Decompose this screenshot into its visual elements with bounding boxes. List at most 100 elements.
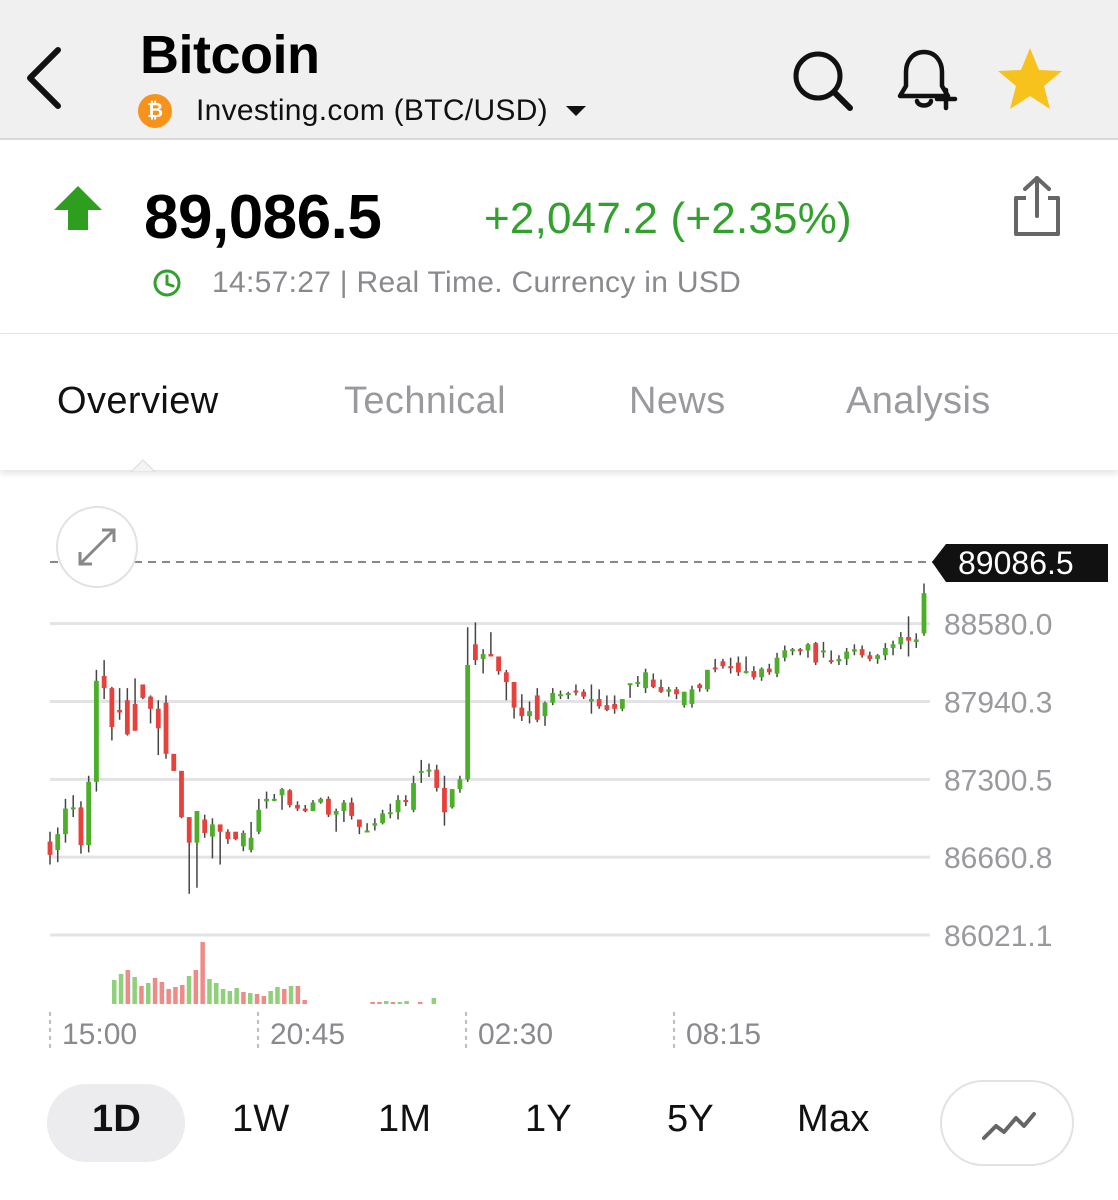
candle-body <box>109 688 115 728</box>
candle-body <box>233 831 239 840</box>
chart-type-button[interactable] <box>940 1080 1074 1166</box>
volume-bar <box>241 992 246 1004</box>
volume-bar <box>431 998 437 1004</box>
candle-body <box>511 682 517 708</box>
candle-body <box>171 753 177 771</box>
candle-body <box>341 802 347 812</box>
candle-body <box>449 789 455 808</box>
period-1y[interactable]: 1Y <box>525 1098 572 1141</box>
candle-body <box>179 770 184 818</box>
x-tick-label: 20:45 <box>270 1018 345 1051</box>
period-1d[interactable]: 1D <box>92 1098 141 1141</box>
candle-body <box>418 770 424 773</box>
tab-news[interactable]: News <box>629 380 726 423</box>
candle-body <box>364 830 370 833</box>
dropdown-caret-icon <box>565 106 586 116</box>
volume-bar <box>173 987 178 1004</box>
candle-body <box>140 684 146 698</box>
candle-body <box>47 841 53 855</box>
candle-body <box>589 699 594 702</box>
candle-body <box>480 654 486 659</box>
volume-bar <box>180 985 185 1004</box>
y-tick-label: 88580.0 <box>944 609 1052 642</box>
period-max[interactable]: Max <box>797 1098 870 1141</box>
period-1m[interactable]: 1M <box>378 1098 431 1141</box>
tab-overview[interactable]: Overview <box>57 380 219 423</box>
candle-body <box>674 689 679 695</box>
candle-body <box>256 809 262 832</box>
star-icon <box>998 48 1062 109</box>
volume-bar <box>384 1001 389 1004</box>
candle-body <box>828 660 834 663</box>
candle-body <box>906 637 911 641</box>
volume-bar <box>139 986 144 1004</box>
price-alert-button[interactable] <box>890 44 962 116</box>
candle-body <box>743 671 749 674</box>
candle-body <box>836 658 842 662</box>
volume-bar <box>159 982 165 1004</box>
period-5y[interactable]: 5Y <box>667 1098 714 1141</box>
x-tick-label: 08:15 <box>686 1018 761 1051</box>
candle-body <box>766 668 772 673</box>
bitcoin-logo-icon: ₿ <box>138 94 172 128</box>
candle-body <box>349 802 355 816</box>
volume-bar <box>418 1002 423 1004</box>
period-1w[interactable]: 1W <box>232 1098 290 1141</box>
candle-body <box>457 779 463 790</box>
tab-analysis[interactable]: Analysis <box>846 380 991 423</box>
volume-bar <box>214 983 219 1004</box>
volume-bar <box>268 991 273 1004</box>
candle-body <box>117 710 123 713</box>
candle-body <box>225 831 231 840</box>
candle-body <box>658 686 664 692</box>
tab-technical[interactable]: Technical <box>344 380 506 423</box>
candle-body <box>565 692 571 695</box>
candle-body <box>875 655 880 659</box>
candle-body <box>913 639 919 642</box>
fullscreen-button[interactable] <box>56 506 138 588</box>
volume-bar <box>282 989 287 1004</box>
candle-body <box>318 798 324 803</box>
candle-body <box>797 649 803 652</box>
y-tick-label: 86021.1 <box>944 920 1052 953</box>
candle-body <box>194 811 200 843</box>
volume-bar <box>275 987 280 1004</box>
price-change: +2,047.2 (+2.35%) <box>484 194 852 243</box>
candle-body <box>650 679 656 687</box>
candle-body <box>666 689 672 692</box>
section-tabs: Overview Technical News Analysis <box>0 336 1118 470</box>
candle-body <box>202 819 208 833</box>
back-chevron-icon <box>27 47 61 109</box>
price-chart[interactable]: 88580.0 87940.3 87300.5 86660.8 86021.1 89086… <box>0 478 1118 1068</box>
candle-body <box>921 593 927 634</box>
share-button[interactable] <box>1006 174 1068 240</box>
quote-panel: 89,086.5 +2,047.2 (+2.35%) 14:57:27 | Re… <box>0 142 1118 334</box>
candle-body <box>70 807 76 810</box>
y-tick-label: 87940.3 <box>944 686 1052 719</box>
volume-bar <box>125 970 131 1004</box>
source-selector[interactable]: ₿ Investing.com (BTC/USD) <box>138 94 586 128</box>
volume-bar <box>112 980 117 1004</box>
candle-body <box>558 694 563 697</box>
candle-body <box>279 789 285 796</box>
candle-body <box>496 656 501 672</box>
candle-body <box>550 692 556 703</box>
candle-body <box>643 672 648 689</box>
volume-bar <box>132 977 137 1004</box>
candle-body <box>426 769 432 772</box>
candle-body <box>78 807 84 846</box>
candle-body <box>805 644 811 651</box>
back-button[interactable] <box>18 40 74 116</box>
expand-icon <box>78 528 116 566</box>
favorite-button[interactable] <box>994 44 1066 116</box>
candle-body <box>148 696 153 709</box>
candle-body <box>681 691 687 706</box>
candle-body <box>94 680 99 782</box>
search-button[interactable] <box>786 44 858 116</box>
candle-body <box>596 699 602 707</box>
candle-body <box>867 655 873 659</box>
share-icon <box>1014 176 1060 236</box>
candle-body <box>697 684 703 689</box>
candle-body <box>859 649 865 656</box>
candle-body <box>101 675 107 689</box>
